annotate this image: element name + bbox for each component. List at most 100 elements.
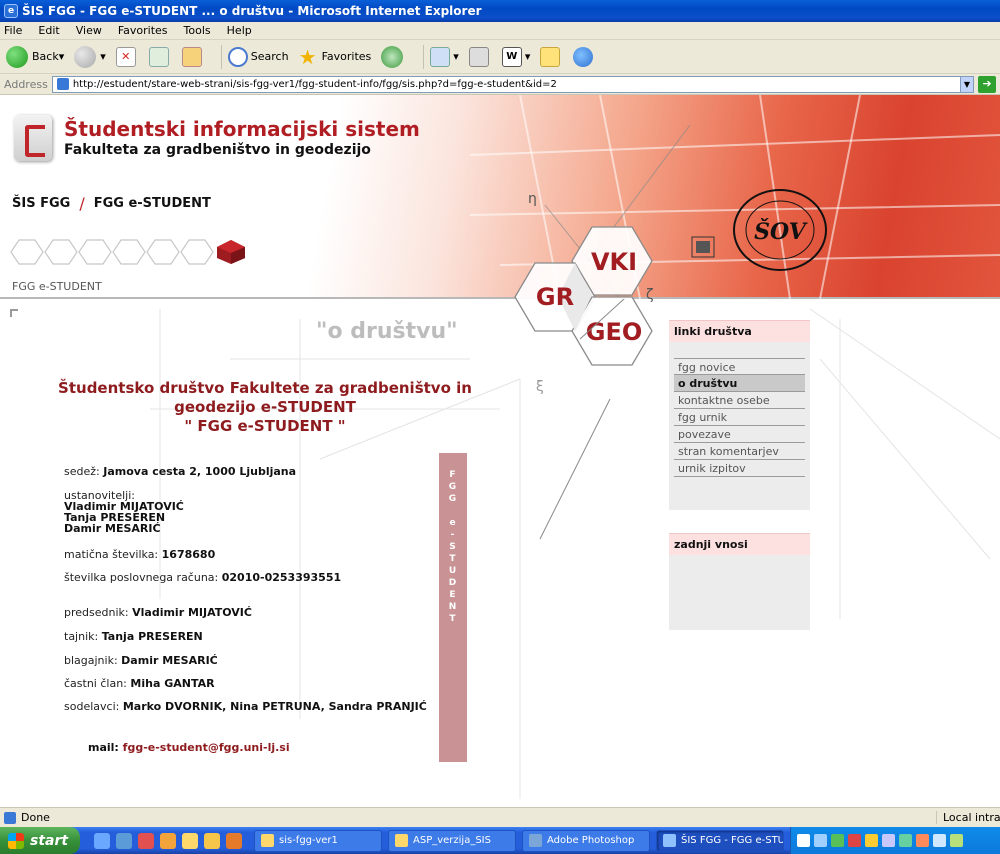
- links-panel: linki društva fgg novice o društvu konta…: [669, 320, 810, 510]
- info-predsednik: predsednik: Vladimir MIJATOVIĆ: [64, 606, 252, 619]
- sidebar-link-kontaktne-osebe[interactable]: kontaktne osebe: [674, 392, 805, 409]
- org-title-line3: " FGG e-STUDENT ": [184, 417, 346, 435]
- discuss-button[interactable]: [540, 46, 563, 67]
- sidebar-link-fgg-urnik[interactable]: fgg urnik: [674, 409, 805, 426]
- tray-icon[interactable]: [865, 834, 878, 847]
- cube-icon[interactable]: [78, 239, 112, 265]
- ie-icon: e: [4, 4, 18, 18]
- cube-icon[interactable]: [112, 239, 146, 265]
- site-subtitle: Fakulteta za gradbeništvo in geodezijo: [64, 142, 371, 158]
- breadcrumb-sis-fgg[interactable]: ŠIS FGG: [12, 196, 70, 211]
- web-page: Študentski informacijski sistem Fakultet…: [0, 95, 1000, 807]
- maticna-value: 1678680: [161, 548, 216, 561]
- home-icon: [181, 46, 202, 67]
- edit-button[interactable]: W ▾: [501, 46, 530, 67]
- menu-edit[interactable]: Edit: [38, 24, 59, 37]
- tray-icon[interactable]: [882, 834, 895, 847]
- cube-icon[interactable]: [10, 239, 44, 265]
- taskbar-item-active[interactable]: ŠIS FGG - FGG e-STU...: [656, 829, 784, 852]
- tray-icon[interactable]: [933, 834, 946, 847]
- app-quicklaunch-icon[interactable]: [226, 832, 242, 849]
- help-tray-icon[interactable]: [797, 834, 810, 847]
- breadcrumb-e-student[interactable]: FGG e-STUDENT: [94, 196, 211, 211]
- tray-icon[interactable]: [831, 834, 844, 847]
- sov-seal-logo: ŠOV: [691, 189, 827, 271]
- tray-icon[interactable]: [848, 834, 861, 847]
- app-quicklaunch-icon[interactable]: [138, 832, 154, 849]
- founder-name: Damir MESARIĆ: [64, 522, 161, 535]
- start-label: start: [30, 832, 69, 849]
- mail-button[interactable]: ▾: [430, 46, 459, 67]
- menu-bar: File Edit View Favorites Tools Help: [0, 22, 1000, 40]
- mail-icon: [430, 46, 451, 67]
- info-sedez: sedež: Jamova cesta 2, 1000 Ljubljana: [64, 465, 297, 478]
- browser-toolbar: Back ▾ ▾ ✕ Search ★ Favorites ▾ W ▾: [0, 40, 1000, 74]
- sidebar-link-o-drustvu[interactable]: o društvu: [674, 375, 805, 392]
- menu-help[interactable]: Help: [227, 24, 252, 37]
- address-input[interactable]: http://estudent/stare-web-strani/sis-fgg…: [51, 75, 961, 93]
- word-icon: W: [501, 46, 522, 67]
- tray-icon[interactable]: [950, 834, 963, 847]
- search-button[interactable]: Search: [227, 46, 289, 67]
- sidebar-link-fgg-novice[interactable]: fgg novice: [674, 358, 805, 375]
- address-url: http://estudent/stare-web-strani/sis-fgg…: [72, 78, 557, 90]
- taskbar-item[interactable]: sis-fgg-ver1: [254, 829, 382, 852]
- refresh-icon: [148, 46, 169, 67]
- sidebar-link-stran-komentarjev[interactable]: stran komentarjev: [674, 443, 805, 460]
- taskbar: start sis-fgg-ver1 ASP_verzija_SIS Adobe…: [0, 827, 1000, 854]
- app-quicklaunch-icon[interactable]: [160, 832, 176, 849]
- print-button[interactable]: [468, 46, 492, 67]
- sedez-value: Jamova cesta 2, 1000 Ljubljana: [103, 465, 297, 478]
- recent-panel-title: zadnji vnosi: [669, 533, 810, 555]
- photoshop-icon: [529, 834, 542, 847]
- app-quicklaunch-icon[interactable]: [204, 832, 220, 849]
- site-title: Študentski informacijski sistem: [64, 117, 420, 141]
- racun-value: 02010-0253393551: [221, 571, 342, 584]
- stop-button[interactable]: ✕: [115, 46, 139, 67]
- address-dropdown-icon[interactable]: ▼: [960, 75, 974, 93]
- tray-icon[interactable]: [814, 834, 827, 847]
- refresh-button[interactable]: [148, 46, 172, 67]
- tray-icon[interactable]: [916, 834, 929, 847]
- cube-icon[interactable]: [146, 239, 180, 265]
- menu-tools[interactable]: Tools: [184, 24, 211, 37]
- breadcrumb: ŠIS FGG / FGG e-STUDENT: [12, 194, 211, 213]
- start-button[interactable]: start: [0, 827, 80, 854]
- active-cube-icon[interactable]: [214, 239, 248, 265]
- header-section-label: FGG e-STUDENT: [12, 280, 102, 293]
- menu-favorites[interactable]: Favorites: [118, 24, 168, 37]
- menu-file[interactable]: File: [4, 24, 22, 37]
- mail-line: mail: fgg-e-student@fgg.uni-lj.si: [88, 741, 290, 754]
- address-bar: Address http://estudent/stare-web-strani…: [0, 74, 1000, 95]
- status-bar: Done Local intranet: [0, 807, 1000, 827]
- page-heading: "o društvu": [316, 319, 458, 344]
- messenger-button[interactable]: [573, 46, 596, 67]
- history-button[interactable]: [381, 45, 407, 68]
- tray-icon[interactable]: [899, 834, 912, 847]
- cube-icon[interactable]: [44, 239, 78, 265]
- folder-quicklaunch-icon[interactable]: [182, 832, 198, 849]
- sidebar-link-urnik-izpitov[interactable]: urnik izpitov: [674, 460, 805, 477]
- taskbar-item[interactable]: Adobe Photoshop: [522, 829, 650, 852]
- taskbar-item[interactable]: ASP_verzija_SIS: [388, 829, 516, 852]
- forward-button[interactable]: ▾: [74, 45, 106, 68]
- menu-view[interactable]: View: [76, 24, 102, 37]
- sidebar-link-povezave[interactable]: povezave: [674, 426, 805, 443]
- info-sodelavci: sodelavci: Marko DVORNIK, Nina PETRUNA, …: [64, 700, 427, 713]
- vertical-name-bar: F G G e - S T U D E N T: [439, 453, 467, 762]
- show-desktop-icon[interactable]: [94, 832, 110, 849]
- go-button[interactable]: ➔: [978, 75, 996, 93]
- cube-icon[interactable]: [180, 239, 214, 265]
- mail-link[interactable]: fgg-e-student@fgg.uni-lj.si: [123, 741, 290, 754]
- hex-vki-label[interactable]: VKI: [591, 248, 637, 276]
- favorites-button[interactable]: ★ Favorites: [299, 47, 372, 67]
- print-icon: [468, 46, 489, 67]
- search-icon: [227, 46, 248, 67]
- back-button[interactable]: Back ▾: [6, 45, 64, 68]
- forward-arrow-icon: [74, 45, 97, 68]
- org-title-line1: Študentsko društvo Fakultete za gradbeni…: [58, 379, 472, 397]
- home-button[interactable]: [181, 46, 205, 67]
- messenger-icon: [573, 46, 594, 67]
- system-tray: [790, 827, 1000, 854]
- ie-quicklaunch-icon[interactable]: [116, 832, 132, 849]
